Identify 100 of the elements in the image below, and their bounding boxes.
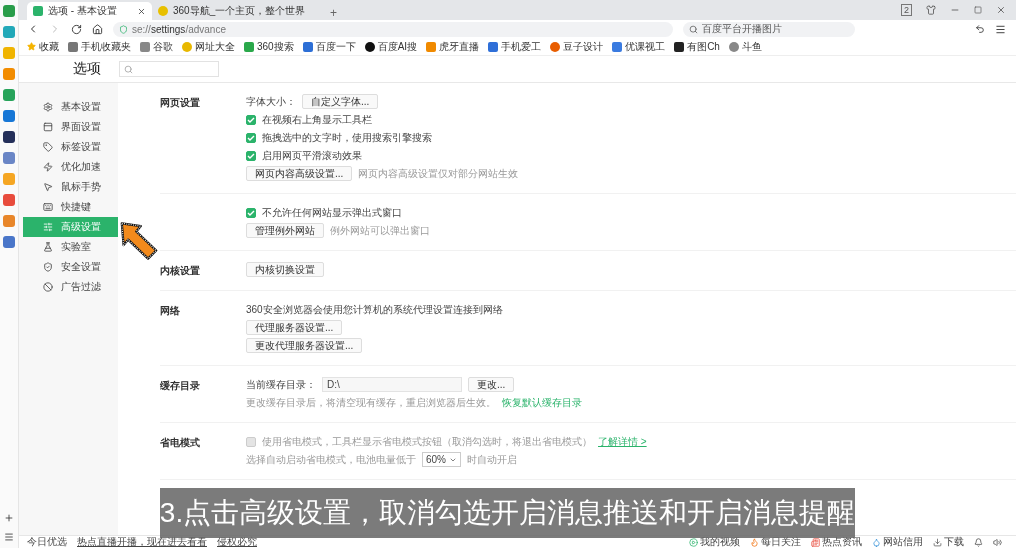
news-link[interactable]: 热点直播开播，现在进去看看 [77,535,207,548]
change-button[interactable]: 更改... [468,377,515,392]
font-button[interactable]: 自定义字体... [302,94,379,109]
menu-icon[interactable] [995,23,1006,35]
shirt-icon[interactable] [926,5,936,15]
settings-button[interactable]: 代理服务器设置... [246,320,343,335]
bookmark[interactable]: 谷歌 [140,39,173,54]
sidebar-item[interactable]: 快捷键 [23,197,118,217]
sidebar-item[interactable]: 安全设置 [23,257,118,277]
maximize-icon[interactable] [974,6,982,14]
settings-search-field[interactable] [119,61,219,77]
close-icon[interactable] [137,6,146,16]
bookmark-icon [302,41,313,52]
bookmark[interactable]: 虎牙直播 [426,39,480,54]
app-icon[interactable] [3,131,15,143]
sidebar-item[interactable]: 鼠标手势 [23,177,118,197]
checkbox[interactable] [246,114,256,125]
settings-button[interactable]: 更改代理服务器设置... [246,338,363,353]
sidebar-item[interactable]: 标签设置 [23,137,118,157]
close-icon[interactable] [996,5,1006,15]
search-icon [124,64,133,74]
settings-button[interactable]: 网页内容高级设置... [246,166,353,181]
flame-icon [750,537,759,547]
window-badge[interactable]: 2 [901,4,912,16]
status-button[interactable]: 网站信用 [872,535,923,548]
volume-icon[interactable] [993,537,1002,547]
tab-icon [33,6,43,16]
browser-tab[interactable]: 选项 - 基本设置 [27,2,152,20]
hint-text: 网页内容高级设置仅对部分网站生效 [358,166,519,181]
new-tab-button[interactable]: + [322,6,345,20]
settings-button[interactable]: 内核切换设置 [246,262,324,277]
undo-icon[interactable] [975,24,985,34]
keyboard-icon [43,202,53,212]
bookmark[interactable]: 优课视工 [612,39,666,54]
play-icon [689,537,698,547]
bell-icon[interactable] [974,537,983,547]
sidebar-item[interactable]: 广告过滤 [23,277,118,297]
status-text[interactable]: 今日优选 [27,535,67,548]
settings-button[interactable]: 管理例外网站 [246,223,324,238]
tag-icon [43,142,53,152]
sidebar-item[interactable]: 优化加速 [23,157,118,177]
bookmark-icon [140,41,150,52]
bookmark[interactable]: 豆子设计 [550,39,604,54]
bookmark-icon [550,41,561,52]
description-text: 360安全浏览器会使用您计算机的系统代理设置连接到网络 [246,302,503,317]
checkbox[interactable] [246,207,256,218]
sidebar-item[interactable]: 界面设置 [23,117,118,137]
shield-icon [119,24,128,34]
battery-select[interactable]: 60% [422,452,461,467]
section-heading: 缓存目录 [160,379,201,393]
pointer-arrow [120,219,158,263]
ban-icon [43,282,53,292]
cursor-icon [43,182,53,192]
address-field[interactable]: se://settings/advance [113,21,673,37]
hint-text: 时自动开启 [467,452,517,467]
bookmark-icon [68,41,78,52]
status-button[interactable]: 我的视频 [689,535,740,548]
bookmark-icon [426,41,437,52]
home-icon[interactable] [92,23,103,35]
sidebar-item[interactable]: 实验室 [23,237,118,257]
bookmark[interactable]: 360搜索 [244,39,294,54]
section-heading: 网页设置 [160,96,201,110]
section-heading: 网络 [160,304,181,318]
bookmark[interactable]: 百度AI搜 [364,39,418,54]
bookmark[interactable]: 斗鱼 [728,39,762,54]
search-field[interactable]: 百度平台开播图片 [683,21,855,37]
checkbox-label: 在视频右上角显示工具栏 [262,112,372,127]
droplet-icon [872,537,881,547]
checkbox[interactable] [246,150,256,161]
section-heading: 内核设置 [160,264,201,278]
lightning-icon [43,162,53,172]
flask-icon [43,242,53,252]
bookmark-icon [182,41,192,52]
checkbox[interactable] [246,132,256,143]
news-link[interactable]: 侵权必究 [217,535,257,548]
status-button[interactable]: 下载 [933,535,964,548]
newspaper-icon [811,537,820,547]
status-button[interactable]: 每日关注 [750,535,801,548]
section-heading: 省电模式 [160,436,201,450]
browser-tab[interactable]: 360导航_一个主页，整个世界 [152,2,322,20]
bookmark-icon [488,41,499,52]
checkbox-label: 拖拽选中的文字时，使用搜索引擎搜索 [262,130,432,145]
status-button[interactable]: 热点资讯 [811,535,862,548]
search-icon [689,24,698,34]
sidebar-item[interactable]: 基本设置 [23,97,118,117]
bookmark[interactable]: 百度一下 [302,39,356,54]
path-field[interactable]: D:\ [322,377,462,392]
subtitle-caption: 3.点击高级设置，取消勾选开启消息推送和开启消息提醒 [160,488,855,538]
bookmark[interactable]: 收藏 [27,39,59,54]
bookmark-icon [364,41,375,52]
bookmark[interactable]: 手机爱工 [488,39,542,54]
hint-text: 选择自动启动省电模式，电池电量低于 [246,452,416,467]
bookmark[interactable]: 网址大全 [182,39,235,54]
add-icon[interactable] [4,513,14,523]
shield-icon [43,262,53,272]
bookmark[interactable]: 手机收藏夹 [68,39,131,54]
bookmark[interactable]: 有图Ch [674,39,720,54]
bookmark-icon [674,41,685,52]
hint-text: 更改缓存目录后，将清空现有缓存，重启浏览器后生效。 [246,395,496,410]
reload-icon[interactable] [71,23,82,35]
